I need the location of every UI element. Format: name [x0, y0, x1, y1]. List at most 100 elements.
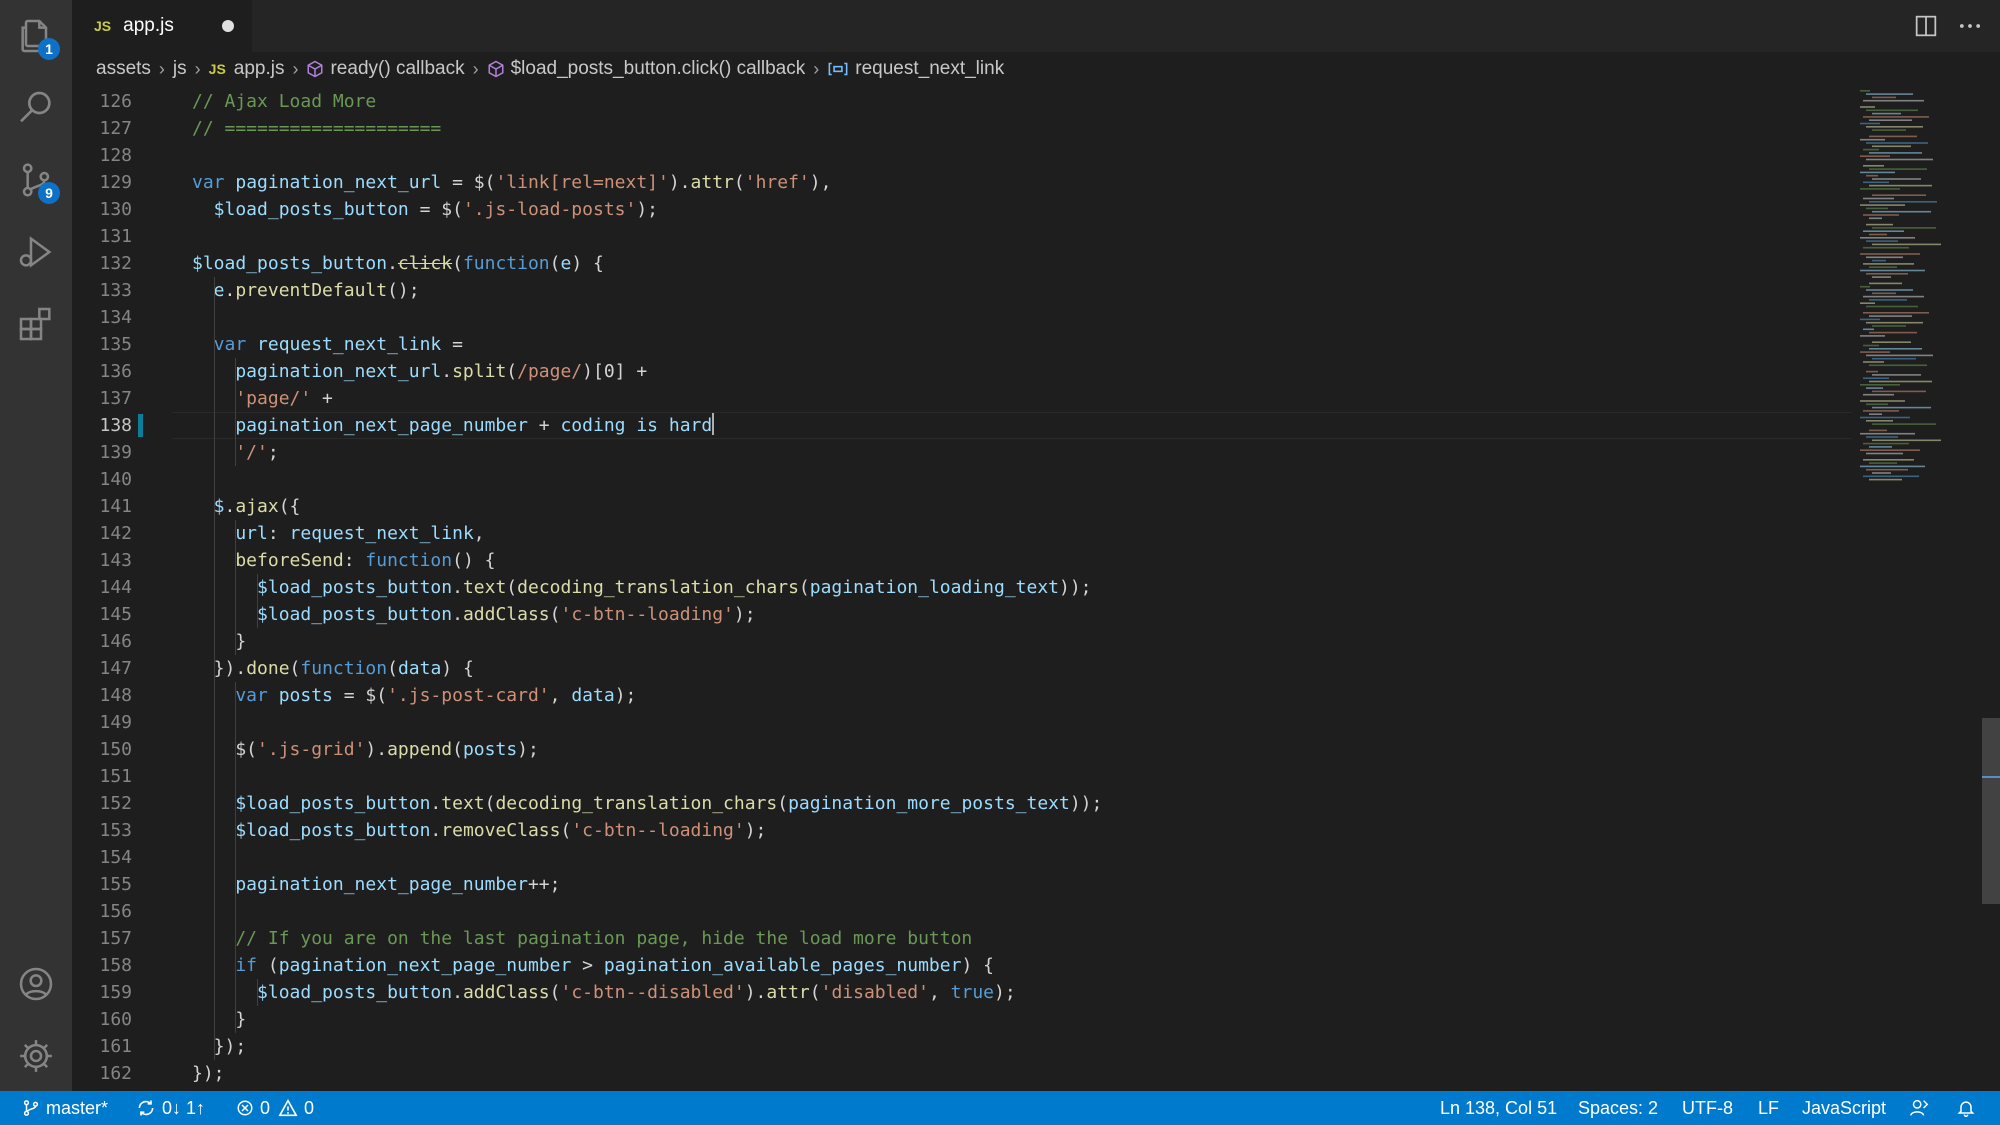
code-line[interactable]: 160 } [72, 1006, 1852, 1033]
breadcrumb-file[interactable]: JS app.js [209, 58, 285, 80]
code-line[interactable]: 138 pagination_next_page_number + coding… [72, 412, 1852, 439]
code-line[interactable]: 142 url: request_next_link, [72, 520, 1852, 547]
code-line[interactable]: 134 [72, 304, 1852, 331]
error-icon [237, 1100, 253, 1116]
code-line[interactable]: 128 [72, 142, 1852, 169]
code-line[interactable]: 158 if (pagination_next_page_number > pa… [72, 952, 1852, 979]
minimap-line [1863, 361, 1884, 363]
extensions-button[interactable] [0, 292, 72, 356]
minimap-line [1869, 331, 1917, 334]
code-line[interactable]: 155 pagination_next_page_number++; [72, 871, 1852, 898]
cursor-position-status[interactable]: Ln 138, Col 51 [1440, 1091, 1557, 1125]
scrollbar-thumb[interactable] [1982, 718, 2000, 904]
minimap-line [1872, 178, 1921, 180]
line-number: 144 [99, 577, 132, 598]
code-line[interactable]: 143 beforeSend: function() { [72, 547, 1852, 574]
code-line[interactable]: 145 $load_posts_button.addClass('c-btn--… [72, 601, 1852, 628]
code-line[interactable]: 135 var request_next_link = [72, 331, 1852, 358]
indentation-status[interactable]: Spaces: 2 [1578, 1091, 1658, 1125]
minimap-line [1866, 289, 1913, 291]
code-line[interactable]: 137 'page/' + [72, 385, 1852, 412]
code-line[interactable]: 126 // Ajax Load More [72, 88, 1852, 115]
minimap-line [1863, 328, 1874, 331]
breadcrumb-assets[interactable]: assets [96, 58, 151, 80]
code-line[interactable]: 147 }).done(function(data) { [72, 655, 1852, 682]
code-line[interactable]: 144 $load_posts_button.text(decoding_tra… [72, 574, 1852, 601]
problems-status[interactable]: 0 0 [236, 1091, 314, 1125]
accounts-button[interactable] [0, 952, 72, 1016]
unsaved-dot-icon[interactable] [222, 20, 234, 32]
code-line[interactable]: 148 var posts = $('.js-post-card', data)… [72, 682, 1852, 709]
code-line[interactable]: 132 $load_posts_button.click(function(e) … [72, 250, 1852, 277]
code-line[interactable]: 152 $load_posts_button.text(decoding_tra… [72, 790, 1852, 817]
minimap-line [1872, 243, 1941, 246]
minimap-line [1866, 256, 1903, 259]
code-line[interactable]: 141 $.ajax({ [72, 493, 1852, 520]
code-line[interactable]: 159 $load_posts_button.addClass('c-btn--… [72, 979, 1852, 1006]
minimap-line [1860, 253, 1920, 255]
code-line[interactable]: 140 [72, 466, 1852, 493]
line-number: 135 [99, 334, 132, 355]
minimap-line [1863, 475, 1919, 478]
code-line[interactable]: 154 [72, 844, 1852, 871]
run-debug-icon [19, 236, 52, 268]
code-line[interactable]: 151 [72, 763, 1852, 790]
code-line[interactable]: 149 [72, 709, 1852, 736]
code-line[interactable]: 136 pagination_next_url.split(/page/)[0]… [72, 358, 1852, 385]
ellipsis-icon [1959, 24, 1981, 28]
vertical-scrollbar[interactable] [1982, 86, 2000, 1091]
eol-status[interactable]: LF [1758, 1091, 1779, 1125]
breadcrumb-js[interactable]: js [173, 58, 187, 80]
code-text: $load_posts_button = $('.js-load-posts')… [192, 199, 659, 220]
warning-icon [278, 1099, 298, 1117]
search-button[interactable] [0, 76, 72, 140]
breadcrumb-click-callback[interactable]: $load_posts_button.click() callback [487, 58, 805, 80]
modified-line-indicator[interactable] [138, 414, 143, 437]
minimap-line [1872, 357, 1916, 360]
run-debug-button[interactable] [0, 220, 72, 284]
minimap-line [1863, 181, 1889, 184]
more-actions-button[interactable] [1956, 12, 1984, 40]
encoding-status[interactable]: UTF-8 [1682, 1091, 1733, 1125]
minimap-line [1863, 230, 1904, 232]
minimap[interactable] [1852, 86, 1982, 1091]
code-line[interactable]: 162}); [72, 1060, 1852, 1087]
code-editor[interactable]: 126 // Ajax Load More 127 // ==============… [72, 86, 1852, 1091]
breadcrumb-variable[interactable]: request_next_link [827, 58, 1004, 80]
tab-app-js[interactable]: JS app.js [72, 0, 252, 52]
sync-status[interactable]: 0↓ 1↑ [136, 1091, 205, 1125]
notifications-button[interactable] [1956, 1091, 1982, 1125]
split-editor-button[interactable] [1912, 12, 1940, 40]
code-line[interactable]: 156 [72, 898, 1852, 925]
code-line[interactable]: 150 $('.js-grid').append(posts); [72, 736, 1852, 763]
code-text: pagination_next_page_number++; [192, 874, 561, 895]
code-line[interactable]: 139 '/'; [72, 439, 1852, 466]
sync-counts: 0↓ 1↑ [162, 1097, 206, 1118]
chevron-right-icon: › [472, 58, 479, 79]
code-line[interactable]: 129 var pagination_next_url = $('link[rel… [72, 169, 1852, 196]
code-line[interactable]: 130 $load_posts_button = $('.js-load-pos… [72, 196, 1852, 223]
code-line[interactable]: 131 [72, 223, 1852, 250]
line-number: 143 [99, 550, 132, 571]
line-number: 141 [99, 496, 132, 517]
code-line[interactable]: 133 e.preventDefault(); [72, 277, 1852, 304]
code-line[interactable]: 157 // If you are on the last pagination… [72, 925, 1852, 952]
line-number: 161 [99, 1036, 132, 1057]
line-number: 148 [99, 685, 132, 706]
code-line[interactable]: 161 }); [72, 1033, 1852, 1060]
minimap-line [1869, 348, 1922, 350]
feedback-button[interactable] [1908, 1091, 1936, 1125]
branch-status[interactable]: master* [22, 1091, 108, 1125]
code-line[interactable]: 153 $load_posts_button.removeClass('c-bt… [72, 817, 1852, 844]
code-text: pagination_next_url.split(/page/)[0] + [192, 361, 648, 382]
language-mode-status[interactable]: JavaScript [1802, 1091, 1886, 1125]
code-line[interactable]: 127 // ==================== [72, 115, 1852, 142]
explorer-button[interactable]: 1 [0, 4, 72, 68]
minimap-line [1869, 168, 1927, 170]
line-number: 158 [99, 955, 132, 976]
manage-button[interactable] [0, 1024, 72, 1088]
breadcrumb-ready-callback[interactable]: ready() callback [306, 58, 465, 80]
minimap-line [1863, 197, 1894, 200]
source-control-button[interactable]: 9 [0, 148, 72, 212]
code-line[interactable]: 146 } [72, 628, 1852, 655]
